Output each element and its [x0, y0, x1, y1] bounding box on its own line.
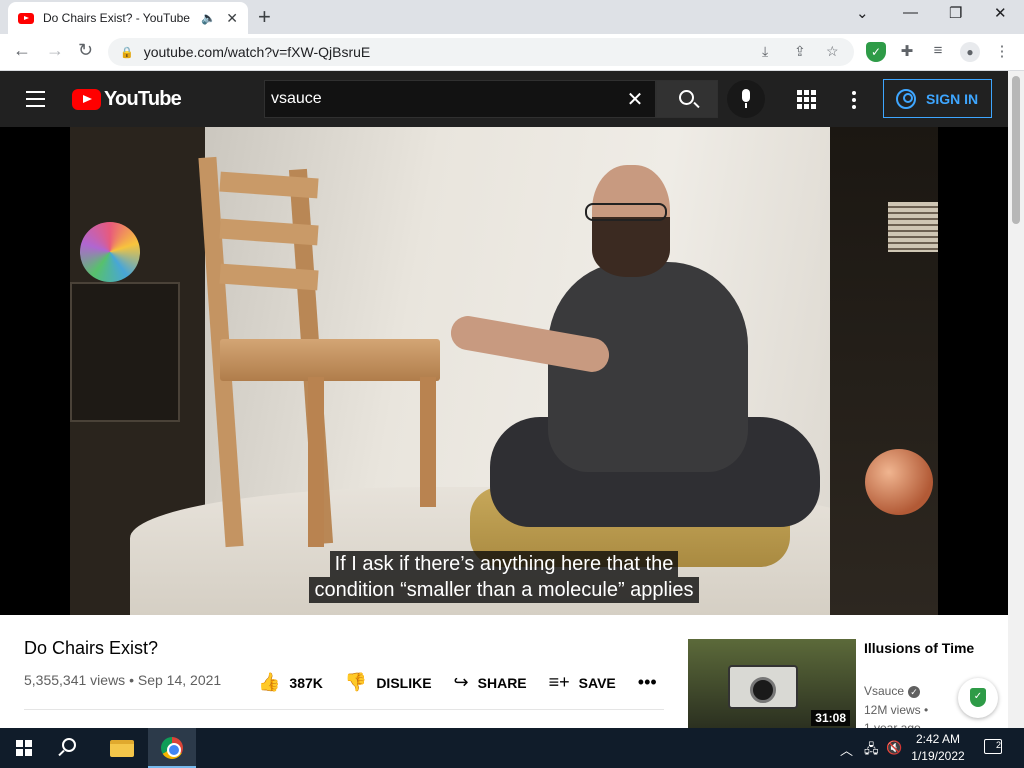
- network-icon[interactable]: 🖧: [864, 740, 879, 762]
- thumbs-up-icon: 👍: [258, 672, 281, 692]
- bookmark-star-icon[interactable]: ☆: [826, 43, 839, 60]
- clock-time: 2:42 AM: [915, 732, 961, 746]
- search-button[interactable]: [656, 80, 718, 118]
- dislike-button[interactable]: 👎 DISLIKE: [345, 672, 432, 693]
- youtube-logo[interactable]: YouTube: [72, 88, 182, 111]
- recommendation-channel[interactable]: Vsauce ✓: [864, 684, 921, 698]
- volume-muted-icon[interactable]: 🔇: [886, 740, 902, 756]
- tray-overflow-chevron-icon[interactable]: ︿: [840, 740, 853, 759]
- tab-title: Do Chairs Exist? - YouTube: [43, 11, 190, 25]
- browser-menu-icon[interactable]: ⋮: [992, 42, 1012, 62]
- browser-toolbar: ← → ↻ 🔒 youtube.com/watch?v=fXW-QjBsruE …: [0, 34, 1024, 71]
- media-queue-icon[interactable]: ≡: [928, 42, 948, 62]
- recommendation-title[interactable]: Illusions of Time: [864, 638, 984, 658]
- sign-in-label: SIGN IN: [926, 90, 979, 107]
- microphone-icon: [742, 89, 750, 102]
- more-horizontal-icon: •••: [637, 672, 657, 692]
- search-input[interactable]: [271, 90, 615, 108]
- caption-line: condition “smaller than a molecule” appl…: [309, 577, 699, 603]
- url-text: youtube.com/watch?v=fXW-QjBsruE: [143, 44, 371, 60]
- page-scrollbar[interactable]: [1008, 71, 1024, 728]
- scrollbar-thumb[interactable]: [1012, 76, 1020, 224]
- dislike-label: DISLIKE: [376, 674, 432, 691]
- share-button[interactable]: ↪ SHARE: [454, 672, 527, 693]
- share-page-icon[interactable]: ⇪: [794, 43, 806, 60]
- windows-taskbar: ︿ 🖧 🔇 2:42 AM 1/19/2022 2: [0, 728, 1024, 768]
- speaker-icon[interactable]: 🔈: [201, 11, 216, 25]
- youtube-play-icon: [72, 89, 101, 110]
- recommendation-age: 1 year ago: [864, 721, 921, 728]
- windows-start-icon[interactable]: [16, 740, 32, 756]
- back-icon[interactable]: ←: [13, 40, 31, 61]
- chrome-icon: [161, 737, 183, 759]
- video-title: Do Chairs Exist?: [24, 638, 159, 658]
- taskbar-search-icon[interactable]: [62, 738, 76, 752]
- video-stats: 5,355,341 views • Sep 14, 2021: [24, 672, 221, 688]
- close-window-icon[interactable]: ✕: [994, 4, 1007, 22]
- video-duration: 31:08: [811, 710, 850, 726]
- search-box: ✕: [264, 80, 656, 118]
- search-icon: [679, 90, 694, 105]
- share-arrow-icon: ↪: [453, 672, 469, 692]
- voice-search-button[interactable]: [727, 80, 765, 118]
- share-label: SHARE: [477, 674, 527, 691]
- notification-count: 2: [995, 740, 1001, 750]
- install-app-icon[interactable]: ⤓: [762, 43, 768, 60]
- caption-line: If I ask if there’s anything here that t…: [329, 551, 679, 577]
- like-count: 387K: [289, 674, 323, 691]
- youtube-apps-icon[interactable]: [797, 90, 816, 109]
- like-button[interactable]: 👍 387K: [258, 672, 323, 693]
- video-actions: 👍 387K 👎 DISLIKE ↪ SHARE ≡+ SAVE •••: [258, 672, 688, 693]
- tab-close-icon[interactable]: ✕: [226, 10, 238, 27]
- lock-icon[interactable]: 🔒: [120, 46, 134, 59]
- reload-icon[interactable]: ↻: [78, 40, 93, 61]
- recommendation-thumbnail[interactable]: 31:08: [688, 639, 856, 728]
- new-tab-icon[interactable]: +: [258, 4, 271, 30]
- file-explorer-icon[interactable]: [110, 740, 134, 757]
- video-frame[interactable]: [70, 127, 938, 615]
- meta-separator: •: [129, 672, 134, 688]
- channel-name: Vsauce: [864, 684, 905, 698]
- recommendation-views: 12M views •: [864, 703, 929, 717]
- playlist-add-icon: ≡+: [548, 672, 570, 692]
- shield-check-icon: ✓: [970, 688, 986, 707]
- browser-tab[interactable]: Do Chairs Exist? - YouTube 🔈 ✕: [8, 2, 248, 34]
- browser-tab-strip: Do Chairs Exist? - YouTube 🔈 ✕ + ⌄ — ❐ ✕: [0, 0, 1024, 34]
- notification-center-icon[interactable]: 2: [984, 739, 1002, 754]
- clock-date: 1/19/2022: [911, 749, 965, 763]
- adblock-extension-icon[interactable]: ✓: [866, 42, 886, 62]
- youtube-masthead: YouTube ✕ SIGN IN: [0, 71, 1008, 127]
- extensions-puzzle-icon[interactable]: ✚: [897, 42, 917, 62]
- maximize-icon[interactable]: ❐: [949, 4, 962, 22]
- clear-search-icon[interactable]: ✕: [615, 87, 655, 112]
- divider: [24, 709, 664, 710]
- save-button[interactable]: ≡+ SAVE: [549, 672, 616, 693]
- minimize-icon[interactable]: —: [903, 4, 918, 21]
- view-count: 5,355,341 views: [24, 672, 126, 688]
- youtube-favicon-icon: [18, 12, 34, 24]
- thumbs-down-icon: 👎: [344, 672, 368, 692]
- sign-in-button[interactable]: SIGN IN: [883, 79, 992, 118]
- profile-avatar-icon[interactable]: ●: [960, 42, 980, 62]
- more-actions-button[interactable]: •••: [638, 672, 666, 693]
- chrome-taskbar-button[interactable]: [148, 728, 196, 768]
- verified-check-icon: ✓: [908, 685, 921, 698]
- youtube-wordmark: YouTube: [104, 88, 182, 110]
- hamburger-menu-icon[interactable]: [26, 91, 45, 112]
- tab-search-icon[interactable]: ⌄: [856, 4, 869, 22]
- forward-icon[interactable]: →: [46, 40, 64, 61]
- user-account-icon: [896, 88, 916, 109]
- address-bar[interactable]: 🔒 youtube.com/watch?v=fXW-QjBsruE: [108, 38, 854, 66]
- save-label: SAVE: [578, 674, 616, 691]
- video-player[interactable]: If I ask if there’s anything here that t…: [0, 127, 1008, 615]
- upload-date: Sep 14, 2021: [137, 672, 222, 688]
- system-clock[interactable]: 2:42 AM 1/19/2022: [908, 731, 968, 765]
- closed-captions: If I ask if there’s anything here that t…: [0, 551, 1008, 603]
- adblock-floating-button[interactable]: ✓: [958, 678, 998, 718]
- settings-more-icon[interactable]: [852, 91, 856, 112]
